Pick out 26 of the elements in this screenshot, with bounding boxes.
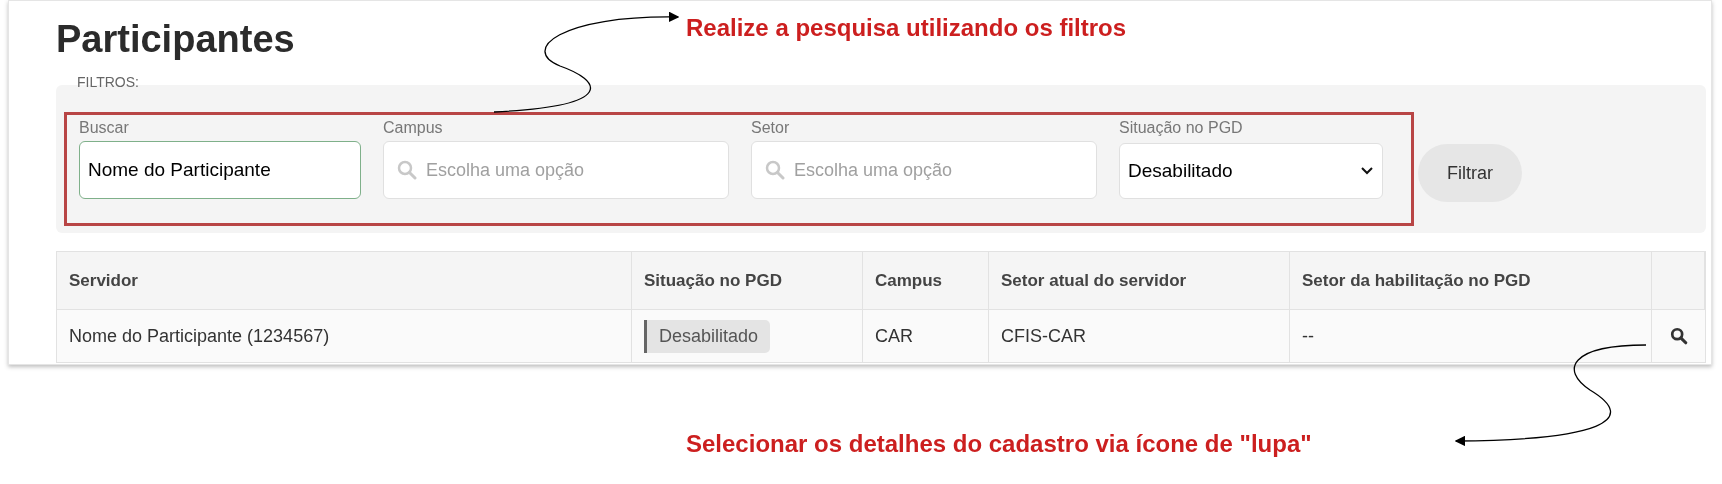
table-cell-text: CFIS-CAR (1001, 324, 1086, 348)
field-label: Campus (383, 118, 444, 138)
status-badge: Desabilitado (644, 319, 771, 353)
dropdown[interactable]: Desabilitado (1119, 143, 1383, 199)
column-header: Servidor (69, 269, 138, 292)
annotation-text: Selecionar os detalhes do cadastro via ícone de "lupa" (686, 429, 1312, 459)
field-label: Buscar (79, 118, 130, 138)
chevron-down-icon (1360, 166, 1374, 176)
table-cell-text: CAR (875, 324, 913, 348)
search-icon (397, 160, 417, 180)
field-label: Setor (751, 118, 791, 138)
table-cell-text: -- (1302, 324, 1314, 348)
select-field[interactable]: Escolha uma opção (383, 141, 729, 199)
search-icon[interactable] (1669, 327, 1688, 345)
table-cell-text: Nome do Participante (1234567) (69, 324, 330, 348)
column-header: Setor atual do servidor (1001, 269, 1187, 292)
search-icon (765, 160, 785, 180)
column-header: Setor da habilitação no PGD (1302, 269, 1531, 292)
column-header: Situação no PGD (644, 269, 782, 292)
search-field[interactable]: Nome do Participante (79, 141, 361, 199)
select-field[interactable]: Escolha uma opção (751, 141, 1097, 199)
field-label: Situação no PGD (1119, 118, 1244, 138)
page-title: Participantes (56, 17, 295, 62)
annotation-text: Realize a pesquisa utilizando os filtros (686, 13, 1127, 43)
filters-label: FILTROS: (77, 73, 139, 92)
column-header: Campus (875, 269, 943, 292)
